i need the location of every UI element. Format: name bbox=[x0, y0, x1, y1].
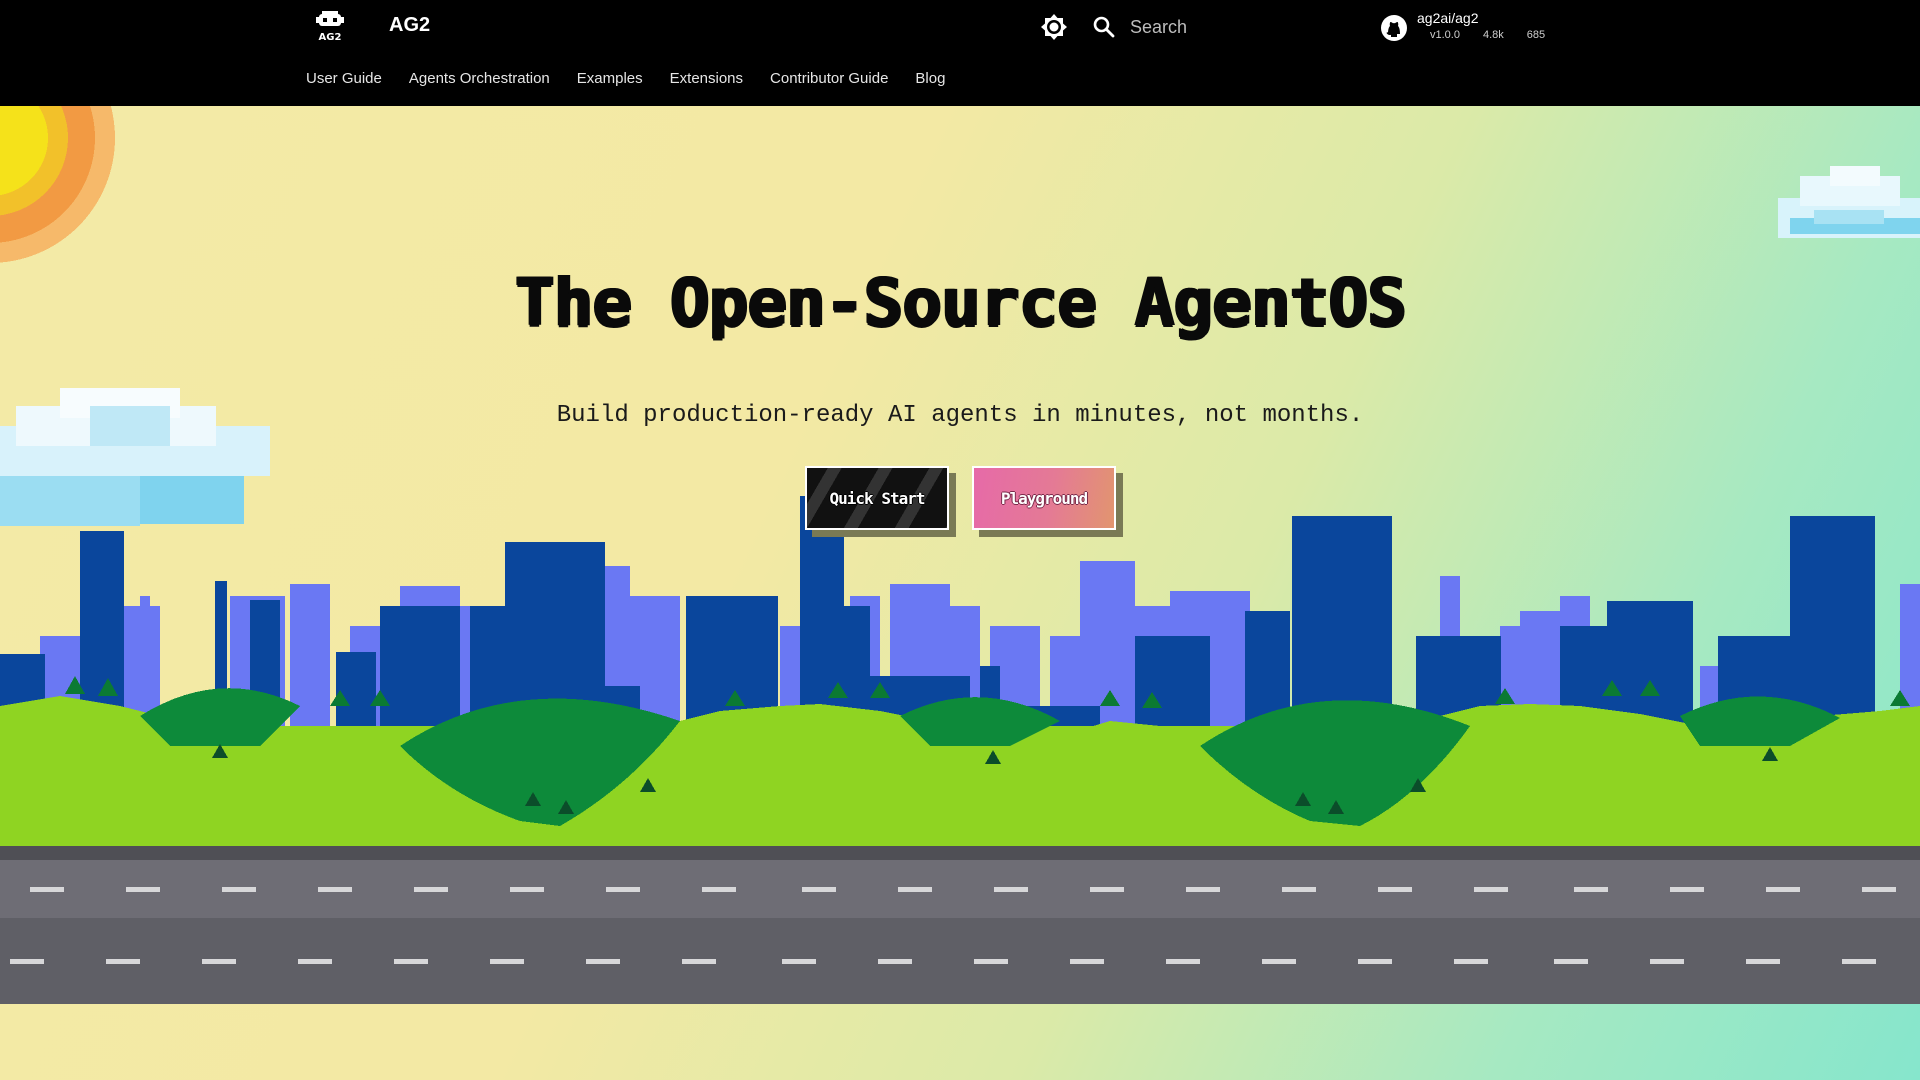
cloud-right-illustration bbox=[1778, 166, 1920, 238]
nav-contributor-guide[interactable]: Contributor Guide bbox=[770, 70, 888, 87]
nav-blog[interactable]: Blog bbox=[915, 70, 945, 87]
repo-forks: 685 bbox=[1526, 29, 1546, 41]
sun-illustration bbox=[0, 106, 115, 263]
repo-stars: 4.8k bbox=[1482, 29, 1504, 41]
pixel-city-scene bbox=[0, 106, 1920, 1004]
search-icon bbox=[1093, 16, 1115, 38]
brand-name[interactable]: AG2 bbox=[389, 14, 430, 37]
road-curb bbox=[0, 846, 1920, 860]
repo-name: ag2ai/ag2 bbox=[1417, 10, 1479, 26]
road-lane-bottom bbox=[0, 918, 1920, 1004]
repo-version: v1.0.0 bbox=[1430, 29, 1460, 41]
nav-examples[interactable]: Examples bbox=[577, 70, 643, 87]
hero-title: The Open-Source AgentOS bbox=[514, 264, 1407, 341]
top-header: AG2 AG2 Search ag2ai/ag2 v1.0.0 4.8k 685 bbox=[0, 0, 1920, 106]
main-nav: User Guide Agents Orchestration Examples… bbox=[306, 70, 972, 87]
playground-button[interactable]: Playground bbox=[972, 466, 1116, 530]
hero-subtitle: Build production-ready AI agents in minu… bbox=[556, 402, 1364, 429]
road-lane-top bbox=[0, 860, 1920, 918]
svg-text:AG2: AG2 bbox=[319, 32, 342, 43]
sun-brightness-icon[interactable] bbox=[1040, 13, 1068, 41]
ag2-logo-icon[interactable]: AG2 bbox=[313, 9, 347, 43]
nav-agents-orchestration[interactable]: Agents Orchestration bbox=[409, 70, 550, 87]
github-icon bbox=[1381, 15, 1407, 41]
search-box[interactable]: Search bbox=[1092, 12, 1292, 42]
nav-user-guide[interactable]: User Guide bbox=[306, 70, 382, 87]
quick-start-button[interactable]: Quick Start bbox=[805, 466, 949, 530]
github-repo-link[interactable]: ag2ai/ag2 v1.0.0 4.8k 685 bbox=[1380, 10, 1580, 46]
repo-info: ag2ai/ag2 v1.0.0 4.8k 685 bbox=[1417, 10, 1568, 46]
repo-facts: v1.0.0 4.8k 685 bbox=[1417, 29, 1568, 41]
nav-extensions[interactable]: Extensions bbox=[670, 70, 743, 87]
hero-section: The Open-Source AgentOS Build production… bbox=[0, 106, 1920, 1080]
search-placeholder: Search bbox=[1130, 16, 1188, 37]
